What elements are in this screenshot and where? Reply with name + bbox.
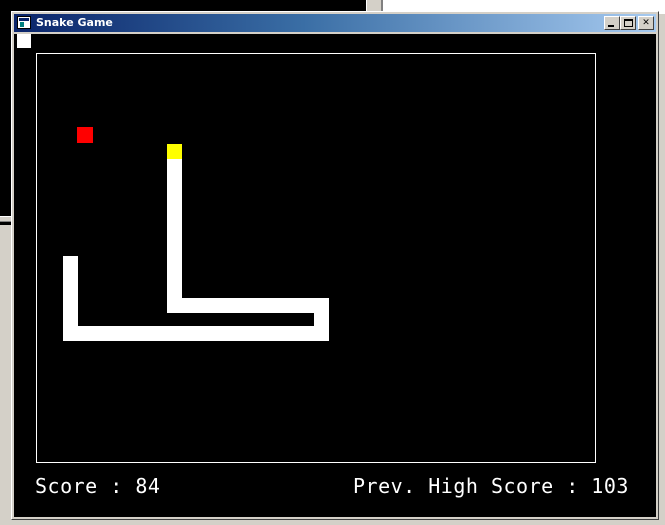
- corner-marker: [17, 34, 31, 48]
- snake-body-segment: [167, 159, 182, 313]
- high-score-label: Prev. High Score : 103: [353, 474, 629, 498]
- maximize-button[interactable]: [620, 16, 636, 30]
- food-pellet: [77, 127, 93, 143]
- minimize-icon: [608, 25, 614, 27]
- snake-body-segment: [167, 298, 329, 313]
- title-bar[interactable]: Snake Game ✕: [14, 14, 656, 32]
- snake-tail-segment: [63, 256, 78, 341]
- window-title: Snake Game: [36, 16, 113, 29]
- maximize-icon: [624, 19, 633, 27]
- snake-head: [167, 144, 182, 159]
- score-label: Score : 84: [35, 474, 161, 498]
- app-icon[interactable]: [17, 16, 31, 29]
- close-icon: ✕: [642, 17, 650, 28]
- snake-body-segment: [63, 326, 329, 341]
- minimize-button[interactable]: [604, 16, 620, 30]
- playfield-border: [36, 53, 596, 463]
- game-canvas[interactable]: Score : 84 Prev. High Score : 103: [14, 34, 656, 517]
- snake-game-window: Snake Game ✕ Score : 84 Prev. High Score…: [11, 11, 659, 520]
- close-button[interactable]: ✕: [638, 16, 654, 30]
